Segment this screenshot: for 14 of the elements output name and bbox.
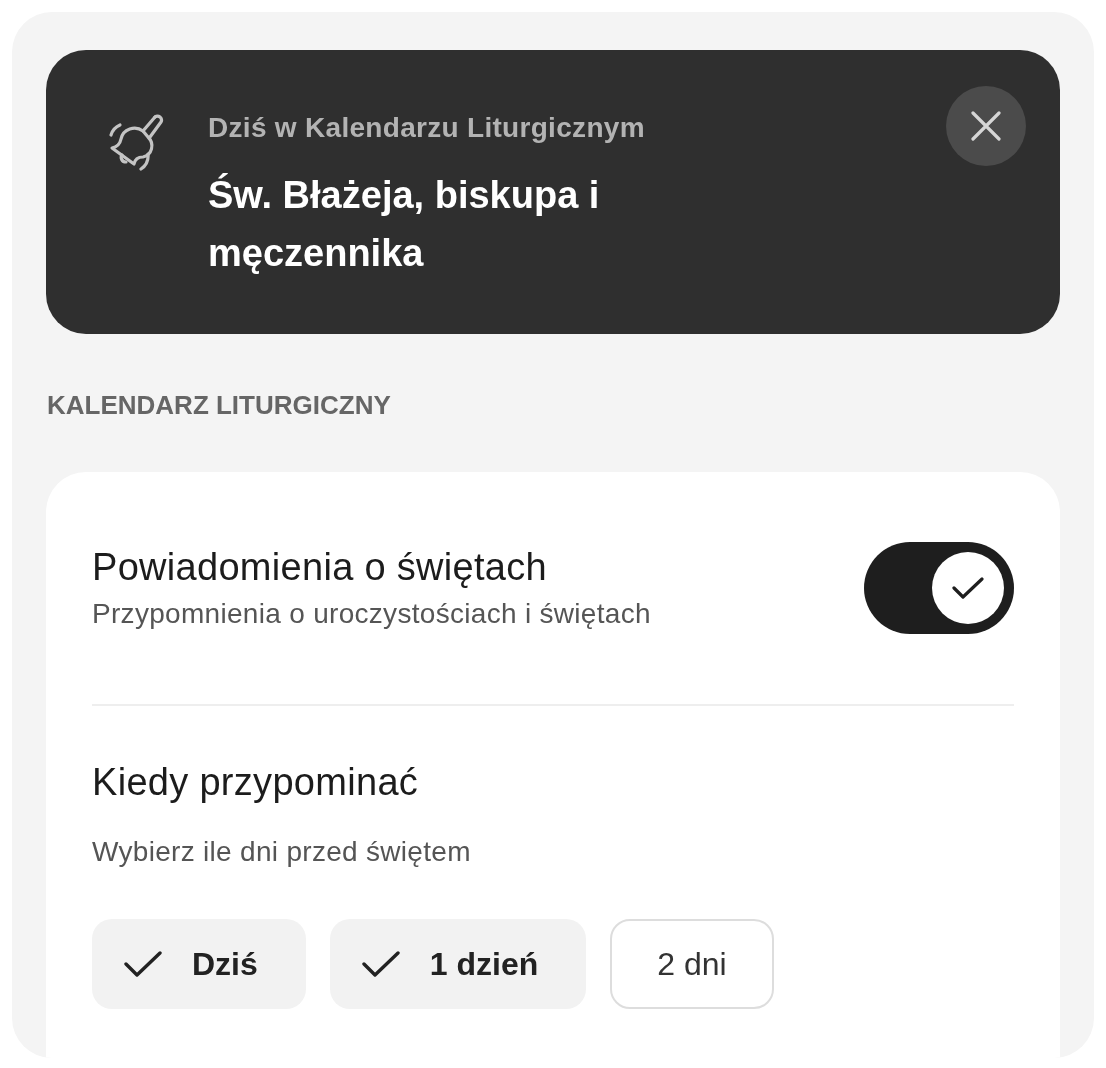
setting-title: Powiadomienia o świętach: [92, 545, 548, 590]
day-option-chip[interactable]: Dziś: [92, 919, 306, 1009]
banner-title: Św. Błażeja, biskupa i męczennika: [208, 172, 601, 276]
banner-overline: Dziś w Kalendarzu Liturgicznym: [208, 111, 646, 145]
setting-description: Wybierz ile dni przed świętem: [92, 835, 472, 869]
setting-description: Przypomnienia o uroczystościach i świętach: [92, 597, 651, 631]
check-icon: [952, 576, 984, 600]
setting-title: Kiedy przypominać: [92, 760, 420, 805]
day-option-chip[interactable]: 2 dni: [610, 919, 774, 1009]
check-icon: [361, 950, 400, 978]
check-icon: [124, 950, 162, 978]
close-icon: [971, 111, 1001, 141]
day-option-chip[interactable]: 1 dzień: [329, 919, 587, 1009]
section-heading: KALENDARZ LITURGICZNY: [47, 389, 392, 421]
